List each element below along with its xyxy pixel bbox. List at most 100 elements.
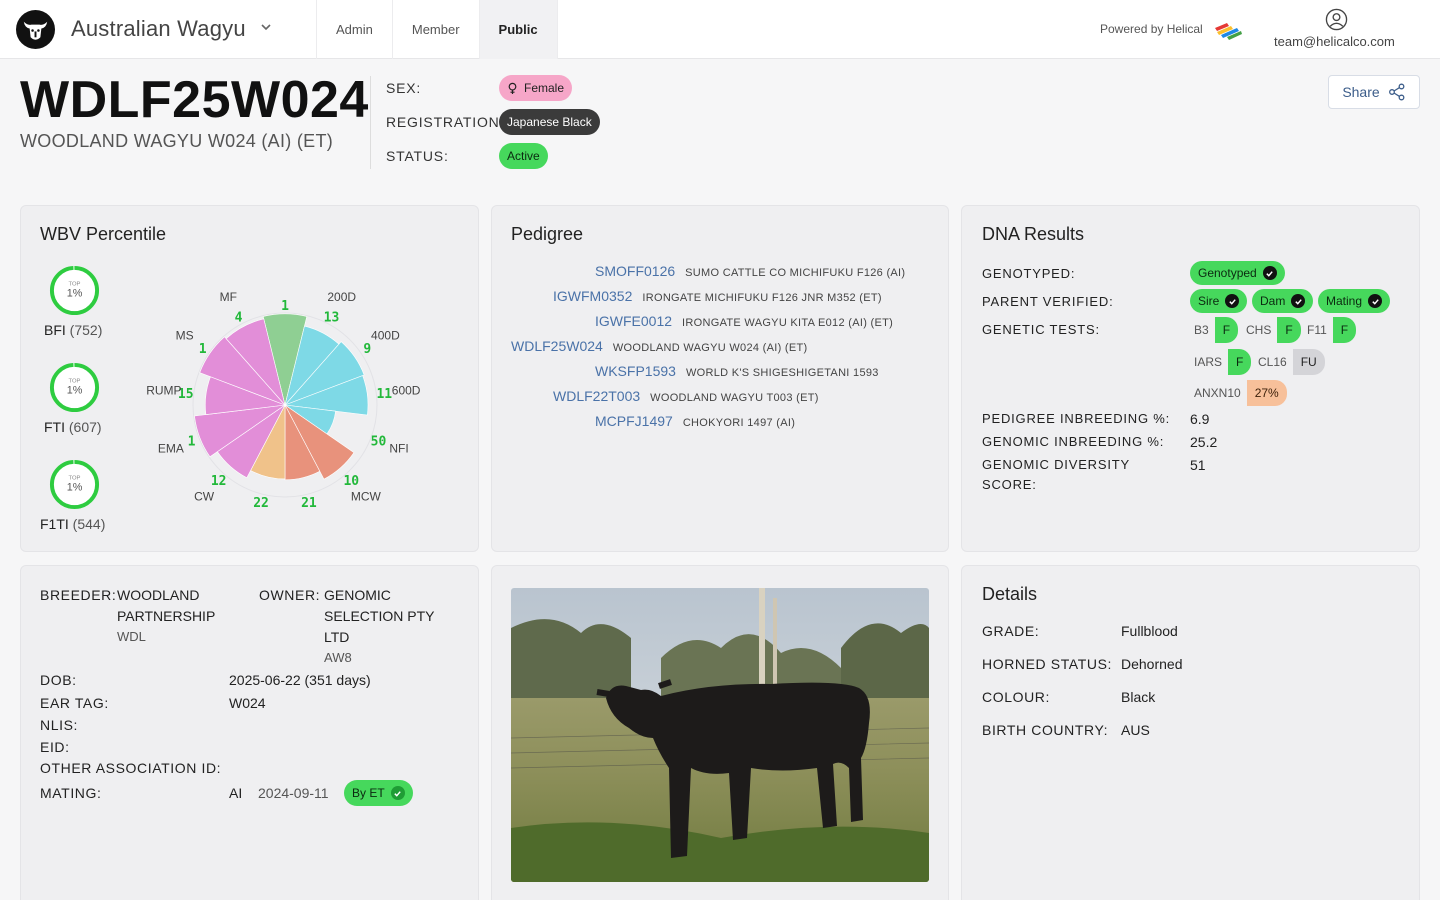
owner-link-line1[interactable]: GENOMIC (324, 587, 391, 603)
mating-label: MATING: (40, 785, 102, 801)
ear-tag-label: EAR TAG: (40, 695, 109, 711)
user-account-icon[interactable] (1325, 8, 1348, 31)
animal-photo-image (511, 588, 929, 882)
wagyu-logo-icon[interactable] (16, 10, 55, 49)
share-button[interactable]: Share (1328, 75, 1420, 109)
pedigree-name: IRONGATE MICHIFUKU F126 JNR M352 (ET) (642, 292, 882, 304)
check-icon (390, 786, 405, 800)
user-email[interactable]: team@helicalco.com (1274, 34, 1395, 49)
wbv-title: WBV Percentile (40, 224, 167, 244)
pedigree-inbreeding-label: PEDIGREE INBREEDING %: (982, 411, 1171, 426)
check-icon (1262, 266, 1277, 280)
test-result: F (1277, 317, 1301, 343)
pedigree-link[interactable]: SMOFF0126 (595, 263, 675, 279)
test-name: B3 (1194, 323, 1209, 337)
horned-status-value: Dehorned (1121, 656, 1183, 672)
owner-code: AW8 (324, 650, 352, 665)
radar-value-mcw: 10 (343, 474, 359, 489)
registration-label: REGISTRATION: (386, 114, 505, 130)
pedigree-row-dam-sire: WKSFP1593 WORLD K'S SHIGESHIGETANI 1593 (595, 363, 879, 379)
f1ti-ring: TOP 1% (48, 458, 101, 511)
birth-country-label: BIRTH COUNTRY: (982, 722, 1109, 738)
helical-logo-icon[interactable] (1213, 19, 1243, 41)
bfi-pct: 1% (67, 287, 83, 299)
genetic-test-b3: B3 F (1188, 317, 1239, 343)
owner-label: OWNER: (259, 587, 321, 603)
genetic-test-anxn10: ANXN10 27% (1188, 380, 1287, 406)
fti-value: (607) (68, 419, 102, 435)
colour-label: COLOUR: (982, 689, 1050, 705)
animal-id: WDLF25W024 (20, 71, 369, 129)
sex-value: Female (524, 81, 565, 95)
breeder-label: BREEDER: (40, 587, 117, 603)
pedigree-row-dam: WDLF22T003 WOODLAND WAGYU T003 (ET) (553, 388, 819, 404)
genomic-diversity-value: 51 (1190, 457, 1206, 473)
pedigree-link[interactable]: WDLF22T003 (553, 388, 640, 404)
check-icon (1368, 294, 1383, 308)
dna-panel (961, 205, 1420, 552)
fti-name: FTI (44, 419, 65, 435)
test-name: ANXN10 (1194, 386, 1241, 400)
test-name: CL16 (1258, 355, 1287, 369)
pedigree-name: WOODLAND WAGYU W024 (AI) (ET) (612, 342, 808, 354)
dam-verified-badge: Dam (1252, 289, 1314, 313)
pedigree-link[interactable]: WKSFP1593 (595, 363, 676, 379)
f1ti-name: F1TI (40, 516, 69, 532)
tab-admin[interactable]: Admin (316, 0, 392, 59)
breeder-link-line1[interactable]: WOODLAND (117, 587, 199, 603)
check-icon (1291, 294, 1306, 308)
test-result: F (1332, 317, 1357, 343)
owner-link-line3[interactable]: LTD (324, 629, 349, 645)
ear-tag-value: W024 (229, 695, 266, 711)
other-association-label: OTHER ASSOCIATION ID: (40, 760, 222, 776)
f1ti-value: (544) (72, 516, 106, 532)
status-badge: Active (499, 143, 548, 169)
pedigree-row-sire: IGWFM0352 IRONGATE MICHIFUKU F126 JNR M35… (553, 288, 882, 304)
test-name: CHS (1246, 323, 1272, 337)
dob-value: 2025-06-22 (351 days) (229, 672, 371, 688)
radar-value-cw: 12 (211, 474, 227, 489)
animal-photo[interactable] (511, 588, 929, 882)
nav-tabs: Admin Member Public (316, 0, 558, 59)
genetic-test-chs: CHS F (1240, 317, 1301, 343)
pedigree-link[interactable]: MCPFJ1497 (595, 413, 673, 429)
pedigree-title: Pedigree (511, 224, 584, 244)
radar-label-nfi: NFI (389, 441, 408, 455)
genotyped-label: GENOTYPED: (982, 266, 1076, 281)
radar-value-nfi: 50 (371, 434, 387, 449)
genomic-inbreeding-value: 25.2 (1190, 434, 1218, 450)
radar-value-600d: 11 (376, 387, 392, 402)
test-result: F (1214, 317, 1239, 343)
radar-label-ms: MS (176, 329, 194, 343)
mating-verified-value: Mating (1326, 294, 1363, 308)
pedigree-inbreeding-value: 6.9 (1190, 411, 1210, 427)
sire-verified-badge: Sire (1190, 289, 1248, 313)
pedigree-name: CHOKYORI 1497 (AI) (682, 417, 796, 429)
registration-badge: Japanese Black (499, 109, 600, 135)
app-title[interactable]: Australian Wagyu (71, 16, 246, 42)
bfi-name: BFI (44, 322, 66, 338)
f1ti-label: F1TI (544) (40, 516, 105, 532)
radar-value-gl: 1 (281, 299, 289, 314)
pedigree-link[interactable]: IGWFE0012 (595, 313, 672, 329)
breeder-link-line2[interactable]: PARTNERSHIP (117, 608, 215, 624)
test-result: 27% (1246, 380, 1287, 406)
pedigree-link[interactable]: IGWFM0352 (553, 288, 632, 304)
pedigree-link[interactable]: WDLF25W024 (511, 338, 603, 354)
f1ti-pct: 1% (67, 481, 83, 493)
test-result: FU (1292, 349, 1325, 375)
check-icon (1225, 294, 1240, 308)
pedigree-name: WORLD K'S SHIGESHIGETANI 1593 (685, 367, 879, 379)
tab-public[interactable]: Public (478, 0, 558, 59)
genetic-tests-label: GENETIC TESTS: (982, 322, 1100, 337)
mating-et-badge: By ET (344, 780, 413, 806)
genomic-inbreeding-label: GENOMIC INBREEDING %: (982, 434, 1165, 449)
tab-member[interactable]: Member (391, 0, 479, 59)
eid-label: EID: (40, 739, 70, 755)
pedigree-row-self: WDLF25W024 WOODLAND WAGYU W024 (AI) (ET) (511, 338, 808, 354)
owner-link-line2[interactable]: SELECTION PTY (324, 608, 434, 624)
breeder-code: WDL (117, 629, 146, 644)
chevron-down-icon[interactable] (259, 20, 273, 34)
radar-label-200d: 200D (327, 290, 356, 304)
radar-value-mf: 4 (235, 310, 243, 325)
